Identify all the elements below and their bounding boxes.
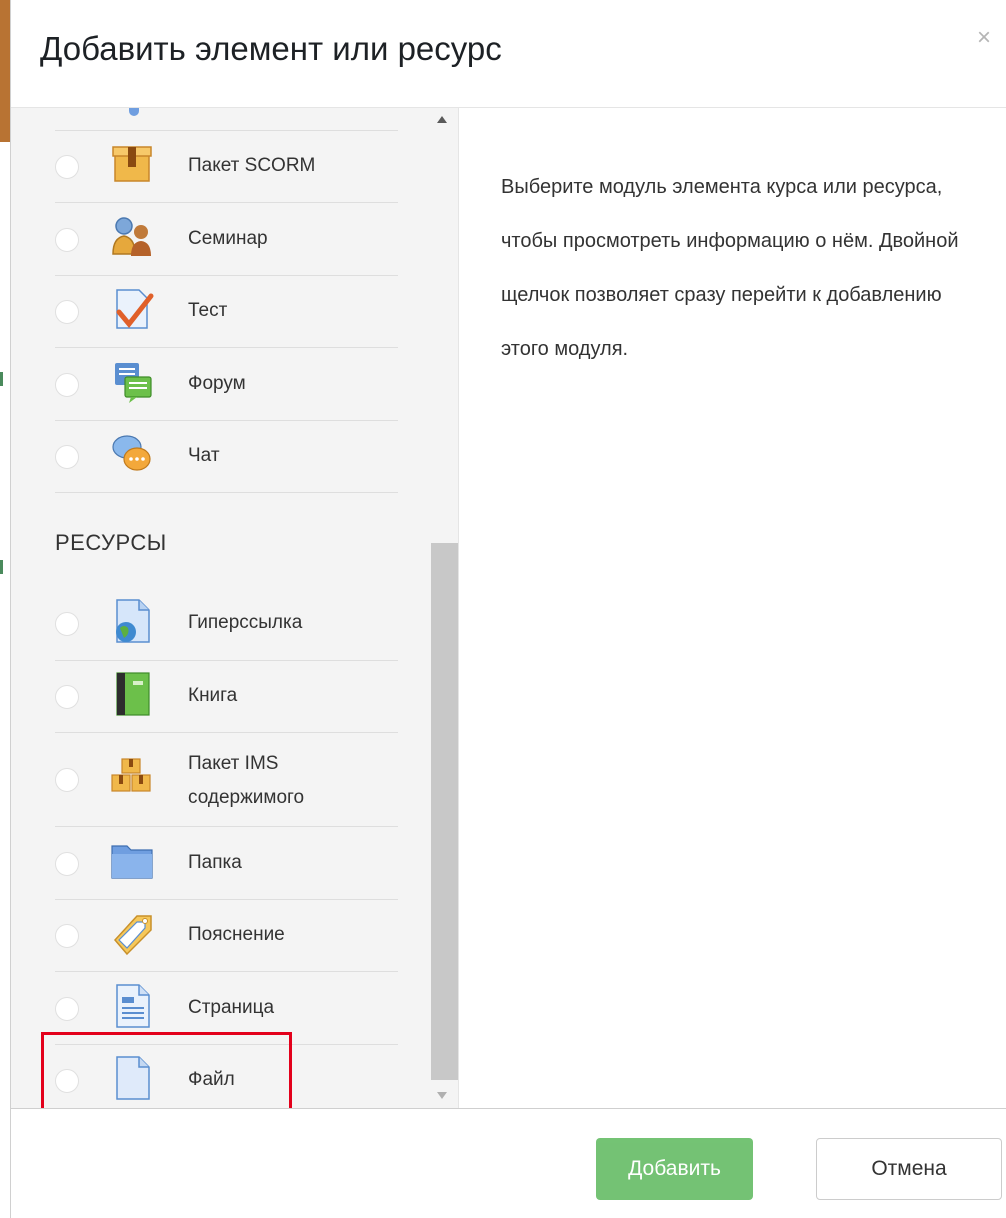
radio-button[interactable] (55, 300, 79, 324)
radio-button[interactable] (55, 612, 79, 636)
radio-button[interactable] (55, 228, 79, 252)
list-item-label: Пакет IMS (188, 753, 279, 774)
radio-button[interactable] (55, 155, 79, 179)
list-item-folder[interactable]: Папка (55, 826, 398, 899)
partial-icon (129, 108, 139, 116)
module-description-pane: Выберите модуль элемента курса или ресур… (458, 108, 1006, 1108)
section-divider (55, 492, 398, 493)
dialog-header: Добавить элемент или ресурс × (11, 0, 1006, 108)
list-item-label: Гиперссылка (188, 612, 303, 633)
radio-button[interactable] (55, 997, 79, 1021)
folder-icon (111, 845, 153, 879)
list-item-book[interactable]: Книга (55, 660, 398, 732)
list-item-label: содержимого (188, 787, 305, 808)
list-item-label: Чат (188, 445, 220, 466)
page-icon (116, 984, 150, 1028)
list-item-label: Семинар (188, 228, 268, 249)
dialog-footer: Добавить Отмена (11, 1108, 1006, 1218)
list-item-label: Страница (188, 997, 275, 1018)
radio-button[interactable] (55, 445, 79, 469)
forum-icon (115, 363, 152, 403)
scorm-package-icon (112, 146, 152, 182)
ims-package-icon (111, 758, 151, 792)
list-item-url[interactable]: Гиперссылка (55, 587, 398, 660)
highlight-box (41, 1032, 292, 1108)
list-item-label: Пояснение (188, 924, 285, 945)
workshop-icon (112, 217, 151, 256)
list-item-label: Папка (188, 852, 242, 873)
url-icon (116, 599, 150, 643)
list-item-workshop[interactable]: Семинар (55, 202, 398, 275)
chat-icon (112, 435, 151, 471)
page-edge-fragment (0, 372, 3, 386)
quiz-icon (116, 289, 154, 329)
close-icon[interactable]: × (977, 26, 991, 50)
radio-button[interactable] (55, 768, 79, 792)
list-item-label: Форум (188, 373, 246, 394)
list-item-quiz[interactable]: Тест (55, 275, 398, 347)
list-item-label: Книга (188, 685, 238, 706)
scrollbar-thumb[interactable] (431, 543, 458, 1080)
list-item-ims-package[interactable]: Пакет IMS содержимого (55, 732, 398, 826)
radio-button[interactable] (55, 852, 79, 876)
radio-button[interactable] (55, 373, 79, 397)
scroll-down-arrow-icon[interactable] (437, 1092, 447, 1099)
add-activity-dialog: Добавить элемент или ресурс × Пакет SCOR… (10, 0, 1006, 1218)
scroll-up-arrow-icon[interactable] (437, 116, 447, 123)
page-edge-fragment (0, 560, 3, 574)
book-icon (116, 672, 150, 716)
list-item-forum[interactable]: Форум (55, 347, 398, 420)
radio-button[interactable] (55, 924, 79, 948)
add-button[interactable]: Добавить (596, 1138, 753, 1200)
cancel-button[interactable]: Отмена (816, 1138, 1002, 1200)
module-list: Пакет SCORM Семинар Тест Форум Чат РЕСУР… (11, 108, 458, 1108)
section-heading-resources: РЕСУРСЫ (55, 530, 167, 555)
list-item-label: Тест (188, 300, 228, 321)
label-tag-icon (113, 915, 152, 956)
module-description: Выберите модуль элемента курса или ресур… (501, 176, 959, 360)
list-item-label-resource[interactable]: Пояснение (55, 899, 398, 971)
list-item-scorm[interactable]: Пакет SCORM (55, 130, 398, 202)
list-item-chat[interactable]: Чат (55, 420, 398, 492)
radio-button[interactable] (55, 685, 79, 709)
list-item-label: Пакет SCORM (188, 155, 316, 176)
scrollbar[interactable] (431, 108, 458, 1108)
dialog-title: Добавить элемент или ресурс (40, 30, 502, 67)
